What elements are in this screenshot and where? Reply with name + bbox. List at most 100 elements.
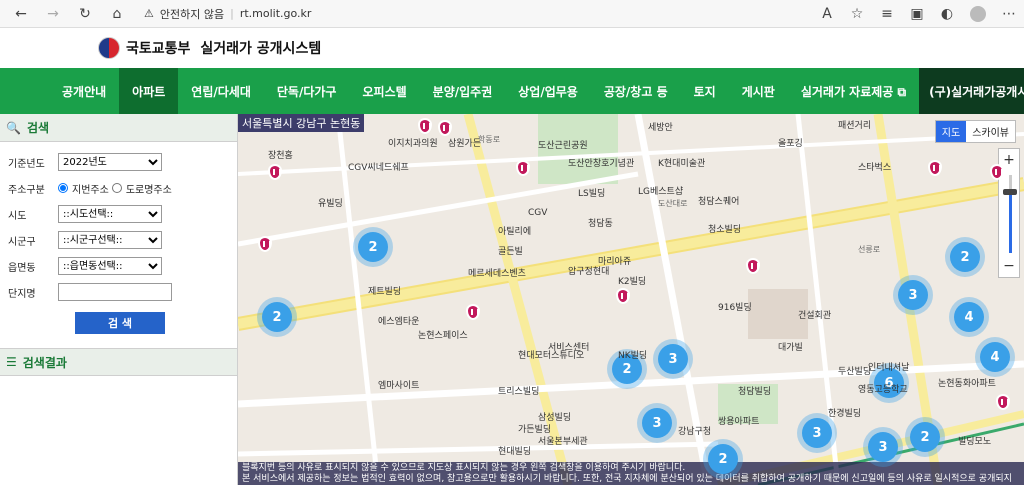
map-place-label: 도산안창호기념관 bbox=[568, 159, 635, 169]
system-name[interactable]: 실거래가 공개시스템 bbox=[200, 38, 321, 58]
search-button[interactable]: 검 색 bbox=[75, 312, 165, 334]
map-place-label: CGV씨네드쉐프 bbox=[348, 163, 409, 173]
map-type-skyview[interactable]: 스카이뷰 bbox=[966, 121, 1015, 142]
ministry-name[interactable]: 국토교통부 bbox=[126, 38, 190, 58]
map-place-label: 삼원가든 bbox=[448, 139, 482, 149]
address-type-label: 주소구분 bbox=[8, 184, 45, 196]
map-place-label: 스타벅스 bbox=[858, 163, 892, 173]
map-type-map[interactable]: 지도 bbox=[935, 121, 967, 142]
address-separator: | bbox=[230, 7, 234, 20]
cluster-marker[interactable]: 3 bbox=[802, 418, 832, 448]
list-icon: ☰ bbox=[6, 355, 17, 369]
map-place-label: 유빌딩 bbox=[318, 199, 343, 209]
cluster-marker[interactable]: 3 bbox=[898, 280, 928, 310]
favorites-list-icon[interactable]: ≡ bbox=[874, 3, 900, 25]
map-place-label: NK빌딩 bbox=[618, 351, 648, 361]
year-select[interactable]: 2022년도 bbox=[58, 153, 162, 171]
jibun-radio[interactable] bbox=[58, 183, 68, 193]
address-bar[interactable]: ⚠ 안전하지 않음 | rt.molit.go.kr bbox=[136, 3, 696, 25]
map-place-label: 메르세데스벤츠 bbox=[468, 269, 526, 279]
map-place-label: 올포깅 bbox=[778, 139, 803, 149]
map-place-label: 세방안 bbox=[648, 123, 673, 133]
map-place-label: K현대미술관 bbox=[658, 159, 706, 169]
collections-icon[interactable]: ▣ bbox=[904, 3, 930, 25]
sigungu-select[interactable]: ::시군구선택:: bbox=[58, 231, 162, 249]
nav-item[interactable]: 토지 bbox=[681, 68, 729, 114]
map-place-label: 마리아쥬 bbox=[598, 257, 632, 267]
map-place-label: 논현스페이스 bbox=[418, 331, 468, 341]
security-warning: 안전하지 않음 bbox=[159, 7, 225, 21]
favorite-icon[interactable]: ☆ bbox=[844, 3, 870, 25]
results-panel-header: ☰ 검색결과 bbox=[0, 348, 237, 376]
map-place-label: 한경빌딩 bbox=[828, 409, 862, 419]
nav-item[interactable]: 단독/다가구 bbox=[264, 68, 350, 114]
nav-item[interactable]: 아파트 bbox=[119, 68, 179, 114]
zoom-out-button[interactable]: − bbox=[999, 255, 1019, 277]
map-place-label: 엠마사이트 bbox=[378, 381, 420, 391]
cluster-marker[interactable]: 2 bbox=[910, 422, 940, 452]
map-place-label: 장천홈 bbox=[268, 151, 293, 161]
zoom-slider-handle[interactable] bbox=[1003, 189, 1017, 195]
road-radio[interactable] bbox=[111, 183, 122, 193]
map-place-label: K2빌딩 bbox=[618, 277, 647, 287]
main-nav: 공개안내 아파트 연립/다세대 단독/다가구 오피스텔 분양/입주권 상업/업무용 공장/창고… bbox=[0, 68, 1024, 114]
back-icon[interactable]: ← bbox=[8, 3, 34, 25]
map-place-label: 이지치과의원 bbox=[388, 139, 438, 149]
map-place-label: 골든빌 bbox=[498, 247, 523, 257]
notice-line-1: 블록지번 등의 사유로 표시되지 않을 수 있으므로 지도상 표시되지 않는 경… bbox=[242, 463, 686, 473]
map-place-label: 청소빌딩 bbox=[708, 225, 742, 235]
cluster-marker[interactable]: 2 bbox=[950, 242, 980, 272]
road-label: 도로명주소 bbox=[125, 184, 172, 196]
complex-input[interactable] bbox=[58, 283, 172, 301]
nav-item[interactable]: 연립/다세대 bbox=[178, 68, 264, 114]
dong-label: 읍면동 bbox=[8, 262, 36, 274]
home-icon[interactable]: ⌂ bbox=[104, 3, 130, 25]
search-form: 기준년도 2022년도 주소구분 지번주소 도로명주소 시도 ::시도선택:: … bbox=[0, 142, 237, 334]
reload-icon[interactable]: ↻ bbox=[72, 3, 98, 25]
map-place-label: 영동고등학교 bbox=[858, 385, 908, 395]
browser-toolbar: ← → ↻ ⌂ ⚠ 안전하지 않음 | rt.molit.go.kr A ☆ ≡… bbox=[0, 0, 1024, 28]
results-title: 검색결과 bbox=[22, 355, 67, 370]
read-aloud-icon[interactable]: A bbox=[814, 3, 840, 25]
cluster-marker[interactable]: 2 bbox=[708, 444, 738, 474]
cluster-marker[interactable]: 3 bbox=[642, 408, 672, 438]
dong-select[interactable]: ::읍면동선택:: bbox=[58, 257, 162, 275]
map-place-label: 두산빌딩 bbox=[838, 367, 872, 377]
road-name-label: 학동로 bbox=[478, 135, 501, 144]
map-place-label: 패션거리 bbox=[838, 121, 872, 131]
cluster-marker[interactable]: 2 bbox=[262, 302, 292, 332]
map-place-label: 제트빌딩 bbox=[368, 287, 402, 297]
road-name-label: 선릉로 bbox=[858, 245, 881, 254]
nav-item[interactable]: 분양/입주권 bbox=[420, 68, 506, 114]
nav-item[interactable]: 공장/창고 등 bbox=[591, 68, 681, 114]
forward-icon[interactable]: → bbox=[40, 3, 66, 25]
edge-icon[interactable]: ◐ bbox=[934, 3, 960, 25]
site-header: 국토교통부 실거래가 공개시스템 bbox=[0, 28, 1024, 68]
search-panel-header: 🔍 검색 bbox=[0, 114, 237, 142]
cluster-marker[interactable]: 2 bbox=[358, 232, 388, 262]
zoom-fill bbox=[1009, 191, 1012, 253]
cluster-marker[interactable]: 3 bbox=[868, 432, 898, 462]
nav-item[interactable]: 공개안내 bbox=[0, 68, 119, 114]
cluster-marker[interactable]: 4 bbox=[980, 342, 1010, 372]
road-name-label: 도산대로 bbox=[658, 199, 688, 208]
more-icon[interactable]: ⋯ bbox=[1002, 6, 1016, 22]
notice-line-2: 본 서비스에서 제공하는 정보는 법적인 효력이 없으며, 참고용으로만 활용하… bbox=[242, 474, 1012, 484]
nav-item[interactable]: 실거래가 자료제공 ⧉ bbox=[788, 68, 919, 114]
map-place-label: 도산근린공원 bbox=[538, 141, 588, 151]
cluster-marker[interactable]: 3 bbox=[658, 344, 688, 374]
map-view[interactable]: 서울특별시 강남구 논현동 지도 스카이뷰 + − 블록지번 등의 사유로 표시… bbox=[238, 114, 1024, 485]
legacy-system-link[interactable]: (구)실거래가공개시스템 bbox=[919, 68, 1024, 114]
nav-item[interactable]: 상업/업무용 bbox=[505, 68, 591, 114]
browser-tools: A ☆ ≡ ▣ ◐ ⋯ bbox=[814, 3, 1016, 25]
nav-item[interactable]: 게시판 bbox=[729, 68, 788, 114]
url-text: rt.molit.go.kr bbox=[239, 7, 312, 20]
map-place-label: 현대빌딩 bbox=[498, 447, 532, 457]
nav-item[interactable]: 오피스텔 bbox=[349, 68, 419, 114]
jibun-label: 지번주소 bbox=[72, 184, 109, 196]
map-place-label: 에스엠타운 bbox=[378, 317, 420, 327]
map-place-label: 대가빌 bbox=[778, 343, 803, 353]
profile-avatar[interactable] bbox=[970, 5, 986, 22]
cluster-marker[interactable]: 4 bbox=[954, 302, 984, 332]
sido-select[interactable]: ::시도선택:: bbox=[58, 205, 162, 223]
